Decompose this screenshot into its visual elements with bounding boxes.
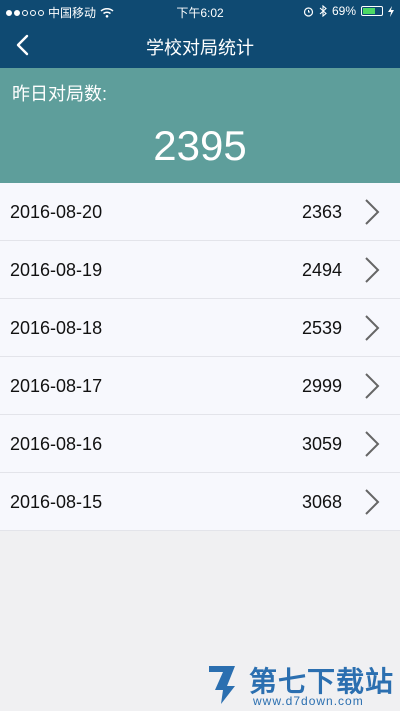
summary-value: 2395 [153,122,247,169]
battery-fill [363,8,375,14]
row-date: 2016-08-15 [10,492,103,512]
chevron-right-icon [365,315,380,341]
watermark-logo-icon [209,666,235,704]
chevron-right-icon [365,199,380,225]
row-count: 2363 [301,202,342,222]
page-title: 学校对局统计 [146,38,254,58]
list-item[interactable]: 2016-08-17 2999 [0,357,400,415]
row-count: 3059 [301,434,342,454]
summary-panel: 昨日对局数: 2395 [0,68,400,183]
stats-list: 2016-08-20 2363 2016-08-19 2494 2016-08-… [0,183,400,531]
summary-label: 昨日对局数: [12,84,108,104]
row-date: 2016-08-17 [10,376,103,396]
watermark: 第七下载站 www.d7down.com [205,660,395,708]
row-date: 2016-08-20 [10,202,103,222]
list-item[interactable]: 2016-08-18 2539 [0,299,400,357]
status-bar: 中国移动 下午6:02 69% [0,0,400,22]
row-count: 2999 [301,376,342,396]
row-count: 2494 [301,260,342,280]
row-count: 3068 [301,492,342,512]
chevron-right-icon [365,373,380,399]
row-date: 2016-08-19 [10,260,103,280]
row-date: 2016-08-16 [10,434,103,454]
list-item[interactable]: 2016-08-19 2494 [0,241,400,299]
chevron-right-icon [365,489,380,515]
nav-bar: 学校对局统计 [0,22,400,68]
list-item[interactable]: 2016-08-15 3068 [0,473,400,531]
battery-icon [361,6,383,16]
status-right: 69% [303,4,394,18]
chevron-right-icon [365,431,380,457]
row-date: 2016-08-18 [10,318,103,338]
charging-icon [388,5,394,17]
list-item[interactable]: 2016-08-16 3059 [0,415,400,473]
alarm-icon [303,6,314,17]
list-item[interactable]: 2016-08-20 2363 [0,183,400,241]
top-bar: 中国移动 下午6:02 69% 学校对局统计 [0,0,400,68]
chevron-right-icon [365,257,380,283]
battery-percent: 69% [331,4,356,18]
row-count: 2539 [301,318,342,338]
bluetooth-icon [319,5,327,17]
watermark-url: www.d7down.com [253,694,364,708]
